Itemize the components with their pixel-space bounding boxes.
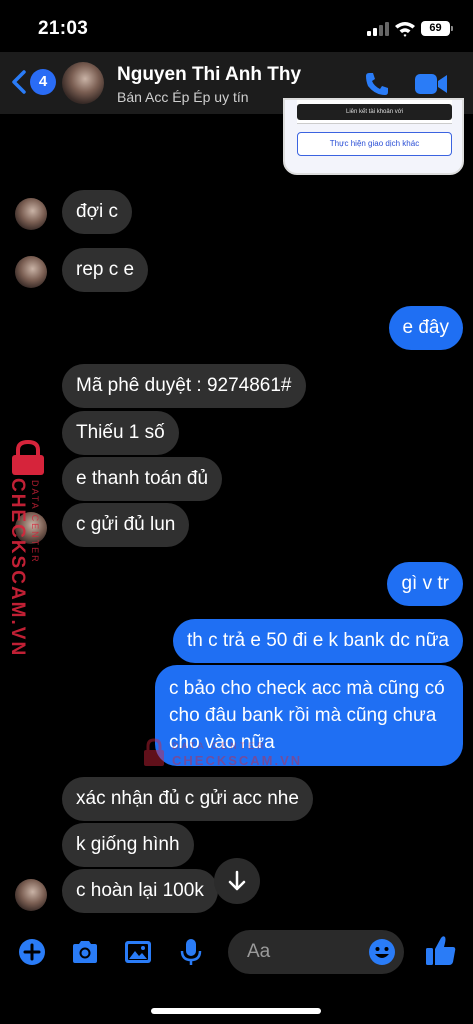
watermark-text: CHECKSCAM.VN <box>7 478 28 658</box>
sender-avatar[interactable] <box>15 879 47 911</box>
battery-icon: 69 <box>421 21 453 36</box>
message-bubble[interactable]: e thanh toán đủ <box>62 457 223 501</box>
contact-name[interactable]: Nguyen Thi Anh Thy <box>117 64 301 86</box>
message-bubble[interactable]: c hoàn lại 100k <box>62 869 218 913</box>
emoji-icon[interactable] <box>368 938 396 966</box>
message-bubble[interactable]: Mã phê duyệt : 9274861# <box>62 364 306 408</box>
watermark-lock-icon <box>144 738 164 766</box>
message-bubble[interactable]: đợi c <box>62 190 133 234</box>
message-bubble[interactable]: gì v tr <box>387 562 463 606</box>
message-bubble[interactable]: Thiếu 1 số <box>62 411 179 455</box>
chevron-left-icon <box>12 70 26 94</box>
scroll-to-bottom-button[interactable] <box>214 858 260 904</box>
arrow-down-icon <box>228 870 246 891</box>
thumbs-up-icon[interactable] <box>424 934 458 968</box>
status-time: 21:03 <box>38 18 89 39</box>
watermark-subtext: DATA CENTER <box>30 480 40 564</box>
sender-avatar[interactable] <box>15 198 47 230</box>
wifi-icon <box>395 22 415 37</box>
message-bubble[interactable]: e đây <box>388 306 463 350</box>
microphone-icon[interactable] <box>176 937 206 967</box>
message-bubble[interactable]: c gửi đủ lun <box>62 503 190 547</box>
watermark-lock-icon <box>12 440 44 475</box>
back-button[interactable]: 4 <box>8 64 56 100</box>
watermark-center: DATA CENTER CHECKSCAM.VN <box>142 735 342 775</box>
shared-image-button: Thực hiện giao dịch khác <box>297 132 452 156</box>
home-indicator <box>151 1008 321 1014</box>
message-bubble[interactable]: k giống hình <box>62 823 194 867</box>
shared-image-strip-text: Liên kết tài khoản với <box>297 104 452 120</box>
watermark-center-text: CHECKSCAM.VN <box>172 753 303 768</box>
plus-circle-icon[interactable] <box>17 937 47 967</box>
contact-subtitle: Bán Acc Ép Ép uy tín <box>117 89 249 105</box>
shared-image[interactable]: Liên kết tài khoản với Thực hiện giao dị… <box>283 98 464 175</box>
composer-bar: Aa <box>0 918 473 1024</box>
message-bubble[interactable]: rep c e <box>62 248 149 292</box>
message-bubble[interactable]: th c trả e 50 đi e k bank dc nữa <box>173 619 463 663</box>
video-camera-icon[interactable] <box>414 72 448 96</box>
unread-badge: 4 <box>30 69 56 95</box>
status-bar: 21:03 69 <box>0 0 473 52</box>
sender-avatar[interactable] <box>15 256 47 288</box>
message-input[interactable]: Aa <box>228 930 404 974</box>
image-icon[interactable] <box>123 937 153 967</box>
contact-avatar[interactable] <box>62 62 104 104</box>
phone-icon[interactable] <box>363 70 391 98</box>
camera-icon[interactable] <box>70 937 100 967</box>
shared-image-strip: Liên kết tài khoản với <box>297 100 452 124</box>
signal-icon <box>367 22 389 36</box>
watermark-center-subtext: DATA CENTER <box>172 741 267 751</box>
message-input-placeholder: Aa <box>247 941 271 962</box>
message-bubble[interactable]: xác nhận đủ c gửi acc nhe <box>62 777 313 821</box>
